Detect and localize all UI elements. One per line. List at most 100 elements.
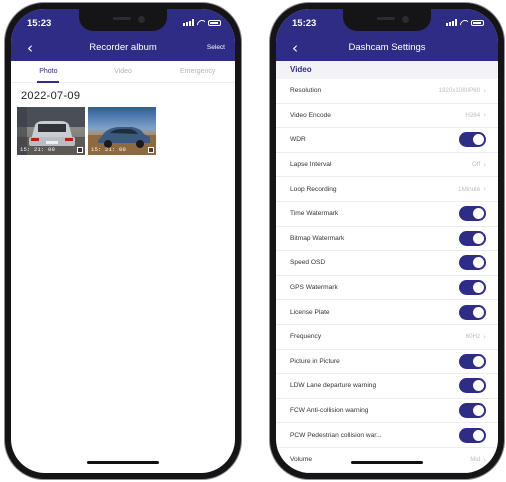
tab-photo[interactable]: Photo — [11, 61, 86, 83]
home-indicator — [351, 461, 423, 464]
settings-navbar: ‹ Dashcam Settings — [276, 35, 498, 61]
status-time: 15:23 — [292, 18, 317, 29]
settings-row[interactable]: Speed OSD — [276, 251, 498, 276]
settings-row[interactable]: PCW Pedestrian collision war... — [276, 423, 498, 448]
toggle-knob — [473, 257, 484, 269]
settings-row-label: Loop Recording — [290, 185, 337, 193]
toggle-switch[interactable] — [459, 280, 486, 296]
album-screen: 15:23 ‹ Recorder album Select Photo Vide… — [11, 9, 235, 473]
settings-row-label: Bitmap Watermark — [290, 234, 345, 242]
thumbnail-time: 15: 21: 00 — [20, 146, 56, 153]
wifi-icon — [460, 19, 468, 26]
toggle-knob — [473, 232, 484, 244]
settings-row-label: Video Encode — [290, 111, 331, 119]
settings-row-value-group: Mid › — [470, 456, 486, 464]
toggle-switch[interactable] — [459, 378, 486, 394]
chevron-right-icon: › — [483, 86, 486, 95]
file-icon — [77, 147, 83, 153]
settings-row-value-group: 60Hz › — [466, 333, 486, 341]
settings-row[interactable]: Time Watermark — [276, 202, 498, 227]
settings-row-label: PCW Pedestrian collision war... — [290, 431, 382, 439]
toggle-switch[interactable] — [459, 304, 486, 320]
settings-row-label: Picture in Picture — [290, 357, 340, 365]
settings-row[interactable]: Frequency 60Hz › — [276, 325, 498, 350]
settings-row-label: Resolution — [290, 87, 322, 95]
home-indicator — [87, 461, 159, 464]
status-icons — [446, 19, 484, 26]
toggle-knob — [473, 208, 484, 220]
settings-row-label: Volume — [290, 456, 312, 464]
toggle-knob — [473, 134, 484, 146]
toggle-switch[interactable] — [459, 255, 486, 271]
select-button[interactable]: Select — [207, 44, 225, 51]
thumbnail-grid: 15: 21: 00 15: 21: 00 — [17, 107, 235, 155]
settings-row-value: 1920x1080P60 — [438, 87, 481, 95]
signal-icon — [446, 19, 457, 26]
chevron-right-icon: › — [483, 111, 486, 120]
settings-row-value-group: 1920x1080P60 › — [439, 87, 486, 95]
toggle-switch[interactable] — [459, 230, 486, 246]
settings-row[interactable]: Bitmap Watermark — [276, 227, 498, 252]
status-icons — [183, 19, 221, 26]
photo-thumbnail[interactable]: 15: 21: 00 — [17, 107, 85, 155]
settings-row-label: LDW Lane departure warning — [290, 382, 377, 390]
settings-row[interactable]: FCW Anti-collision warning — [276, 399, 498, 424]
toggle-knob — [473, 306, 484, 318]
page-title: Recorder album — [89, 42, 157, 53]
tab-emergency[interactable]: Emergency — [160, 61, 235, 83]
toggle-switch[interactable] — [459, 403, 486, 419]
phone-album: 15:23 ‹ Recorder album Select Photo Vide… — [4, 2, 242, 480]
toggle-knob — [473, 282, 484, 294]
battery-icon — [208, 19, 221, 26]
thumbnail-time: 15: 21: 00 — [91, 146, 127, 153]
battery-icon — [471, 19, 484, 26]
toggle-switch[interactable] — [459, 427, 486, 443]
settings-screen: 15:23 ‹ Dashcam Settings Video Resolutio… — [276, 9, 498, 473]
wifi-icon — [197, 19, 205, 26]
toggle-knob — [473, 380, 484, 392]
album-navbar: ‹ Recorder album Select — [11, 35, 235, 61]
settings-row[interactable]: Loop Recording 1Minute › — [276, 177, 498, 202]
settings-row[interactable]: Resolution 1920x1080P60 › — [276, 79, 498, 104]
date-heading: 2022-07-09 — [21, 90, 81, 102]
settings-row[interactable]: LDW Lane departure warning — [276, 374, 498, 399]
settings-row[interactable]: GPS Watermark — [276, 276, 498, 301]
settings-row[interactable]: Video Encode H264 › — [276, 104, 498, 129]
settings-row-value: Mid — [470, 456, 481, 464]
album-tabs: Photo Video Emergency — [11, 61, 235, 83]
settings-row-label: Time Watermark — [290, 210, 339, 218]
toggle-knob — [473, 405, 484, 417]
settings-row-value: 60Hz — [465, 333, 481, 341]
chevron-right-icon: › — [483, 160, 486, 169]
settings-row-value: H264 — [465, 111, 481, 119]
settings-row-label: Frequency — [290, 333, 322, 341]
signal-icon — [183, 19, 194, 26]
notch — [79, 9, 167, 31]
settings-row-value-group: H264 › — [465, 111, 486, 119]
settings-row[interactable]: Lapse Interval Off › — [276, 153, 498, 178]
settings-row-value-group: 1Minute › — [458, 185, 486, 193]
settings-row-label: FCW Anti-collision warning — [290, 407, 369, 415]
photo-thumbnail[interactable]: 15: 21: 00 — [88, 107, 156, 155]
settings-row[interactable]: License Plate — [276, 300, 498, 325]
tab-video[interactable]: Video — [86, 61, 161, 83]
settings-row[interactable]: Picture in Picture — [276, 350, 498, 375]
chevron-right-icon: › — [483, 332, 486, 341]
settings-row-label: WDR — [290, 136, 306, 144]
settings-row[interactable]: WDR — [276, 128, 498, 153]
settings-row-value: Off — [472, 161, 481, 169]
section-header-video: Video — [276, 61, 498, 79]
settings-row-label: Speed OSD — [290, 259, 326, 267]
settings-list: Resolution 1920x1080P60 › Video Encode H264 ›… — [276, 79, 498, 473]
page-title: Dashcam Settings — [348, 42, 426, 53]
toggle-knob — [473, 429, 484, 441]
status-time: 15:23 — [27, 18, 52, 29]
toggle-knob — [473, 355, 484, 367]
toggle-switch[interactable] — [459, 206, 486, 222]
toggle-switch[interactable] — [459, 132, 486, 148]
chevron-right-icon: › — [483, 455, 486, 464]
chevron-right-icon: › — [483, 185, 486, 194]
toggle-switch[interactable] — [459, 353, 486, 369]
settings-row-label: Lapse Interval — [290, 161, 332, 169]
settings-row-label: GPS Watermark — [290, 284, 338, 292]
